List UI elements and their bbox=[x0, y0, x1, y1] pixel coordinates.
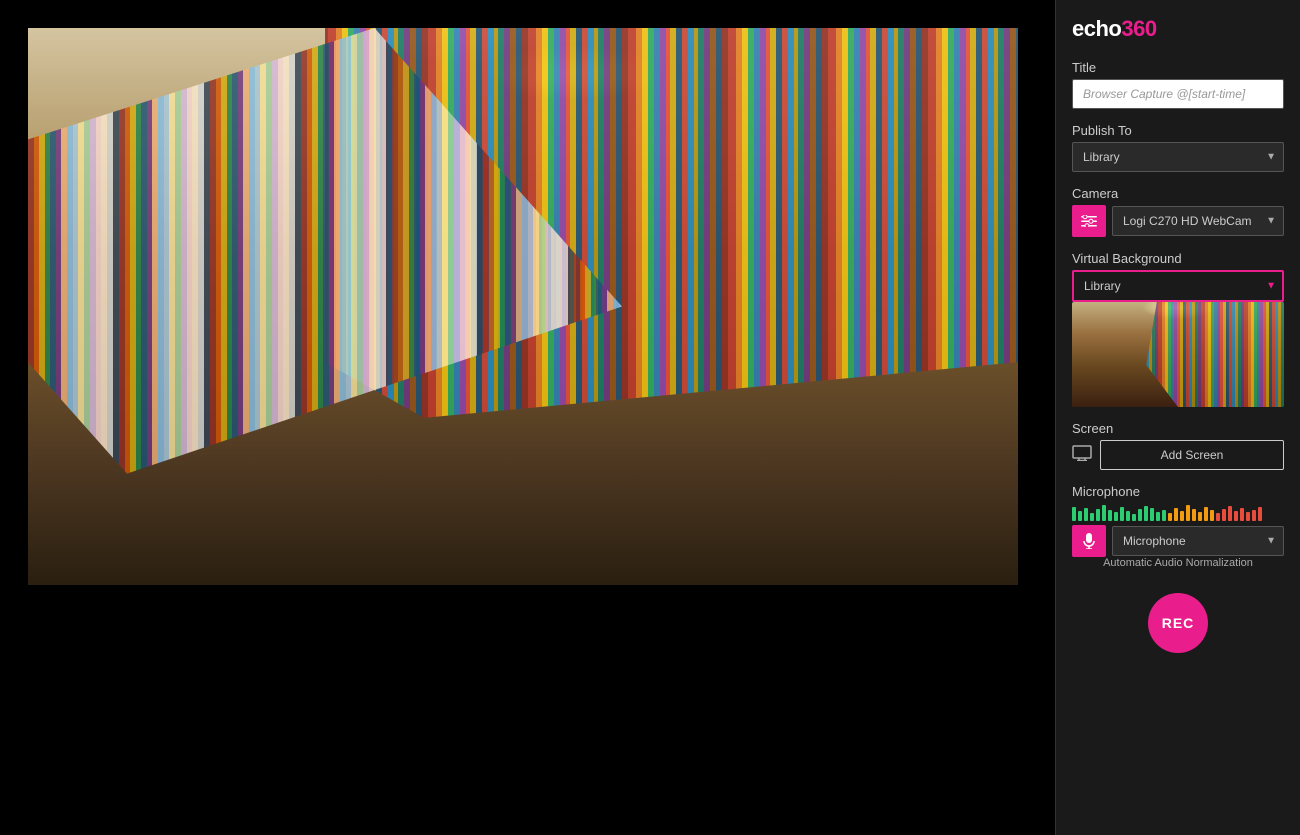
camera-dropdown[interactable]: Logi C270 HD WebCam Default Camera bbox=[1112, 206, 1284, 236]
audio-meter-bar bbox=[1144, 506, 1148, 521]
audio-meter-bar bbox=[1102, 505, 1106, 521]
thumbnail-background bbox=[1072, 302, 1284, 407]
audio-meter-bar bbox=[1114, 512, 1118, 521]
microphone-icon bbox=[1083, 533, 1095, 549]
virtual-bg-dropdown[interactable]: Library None Office Classroom bbox=[1072, 270, 1284, 302]
screen-label: Screen bbox=[1072, 421, 1284, 436]
virtual-bg-label: Virtual Background bbox=[1072, 251, 1284, 266]
camera-dropdown-wrapper: Logi C270 HD WebCam Default Camera ▼ bbox=[1112, 206, 1284, 236]
virtual-bg-thumbnail bbox=[1072, 302, 1284, 407]
publish-to-label: Publish To bbox=[1072, 123, 1284, 138]
publish-to-dropdown[interactable]: Library My Content Course bbox=[1072, 142, 1284, 172]
microphone-label: Microphone bbox=[1072, 484, 1284, 499]
title-section: Title bbox=[1072, 60, 1284, 109]
publish-to-section: Publish To Library My Content Course ▼ bbox=[1072, 123, 1284, 172]
auto-normalize-label: Automatic Audio Normalization bbox=[1072, 557, 1284, 569]
audio-meter bbox=[1072, 503, 1284, 521]
microphone-dropdown-wrapper: Microphone Default Microphone ▼ bbox=[1112, 526, 1284, 556]
virtual-bg-section: Virtual Background Library None Office C… bbox=[1072, 251, 1284, 407]
audio-meter-bar bbox=[1216, 513, 1220, 521]
publish-to-dropdown-wrapper: Library My Content Course ▼ bbox=[1072, 142, 1284, 172]
audio-meter-bar bbox=[1180, 511, 1184, 521]
microphone-button[interactable] bbox=[1072, 525, 1106, 557]
audio-meter-bar bbox=[1156, 512, 1160, 521]
video-preview bbox=[28, 28, 1018, 585]
audio-meter-bar bbox=[1198, 512, 1202, 521]
thumbnail-books bbox=[1072, 302, 1284, 407]
screen-row: Add Screen bbox=[1072, 440, 1284, 470]
sidebar-panel: echo360 Title Publish To Library My Cont… bbox=[1055, 0, 1300, 835]
logo-area: echo360 bbox=[1072, 16, 1284, 42]
microphone-dropdown[interactable]: Microphone Default Microphone bbox=[1112, 526, 1284, 556]
mic-row: Microphone Default Microphone ▼ bbox=[1072, 525, 1284, 557]
audio-meter-bar bbox=[1174, 508, 1178, 521]
audio-meter-bar bbox=[1240, 508, 1244, 521]
audio-meter-bar bbox=[1186, 505, 1190, 521]
audio-meter-bar bbox=[1120, 507, 1124, 521]
camera-settings-button[interactable] bbox=[1072, 205, 1106, 237]
add-screen-button[interactable]: Add Screen bbox=[1100, 440, 1284, 470]
logo: echo360 bbox=[1072, 16, 1157, 42]
library-background bbox=[28, 28, 1018, 585]
audio-meter-bar bbox=[1246, 512, 1250, 521]
screen-section: Screen Add Screen bbox=[1072, 421, 1284, 470]
audio-meter-bar bbox=[1078, 511, 1082, 521]
audio-meter-bar bbox=[1090, 513, 1094, 521]
audio-meter-bar bbox=[1168, 513, 1172, 521]
screen-monitor-icon bbox=[1072, 445, 1092, 461]
title-label: Title bbox=[1072, 60, 1284, 75]
audio-meter-bar bbox=[1192, 509, 1196, 521]
audio-meter-bar bbox=[1252, 510, 1256, 521]
audio-meter-bar bbox=[1234, 511, 1238, 521]
audio-meter-bar bbox=[1132, 514, 1136, 521]
audio-meter-bar bbox=[1258, 507, 1262, 521]
audio-meter-bar bbox=[1084, 508, 1088, 521]
audio-meter-bar bbox=[1072, 507, 1076, 521]
audio-meter-bar bbox=[1204, 507, 1208, 521]
audio-meter-bar bbox=[1162, 510, 1166, 521]
rec-button[interactable]: REC bbox=[1148, 593, 1208, 653]
logo-echo: echo bbox=[1072, 16, 1121, 41]
camera-section: Camera Logi C270 HD WebCam Default Camer… bbox=[1072, 186, 1284, 237]
title-input[interactable] bbox=[1072, 79, 1284, 109]
audio-meter-bar bbox=[1210, 510, 1214, 521]
camera-row: Logi C270 HD WebCam Default Camera ▼ bbox=[1072, 205, 1284, 237]
audio-meter-bar bbox=[1150, 508, 1154, 521]
rec-area: REC bbox=[1072, 583, 1284, 659]
audio-meter-bar bbox=[1228, 506, 1232, 521]
monitor-icon bbox=[1072, 445, 1092, 466]
sliders-icon bbox=[1081, 215, 1097, 227]
preview-area bbox=[0, 0, 1055, 835]
virtual-bg-dropdown-wrapper: Library None Office Classroom ▼ bbox=[1072, 270, 1284, 302]
camera-label: Camera bbox=[1072, 186, 1284, 201]
audio-meter-bar bbox=[1108, 510, 1112, 521]
audio-meter-bar bbox=[1222, 509, 1226, 521]
logo-360: 360 bbox=[1121, 16, 1156, 41]
microphone-section: Microphone Microphone Default Microphone… bbox=[1072, 484, 1284, 569]
audio-meter-bar bbox=[1096, 509, 1100, 521]
audio-meter-bar bbox=[1126, 511, 1130, 521]
audio-meter-bar bbox=[1138, 509, 1142, 521]
